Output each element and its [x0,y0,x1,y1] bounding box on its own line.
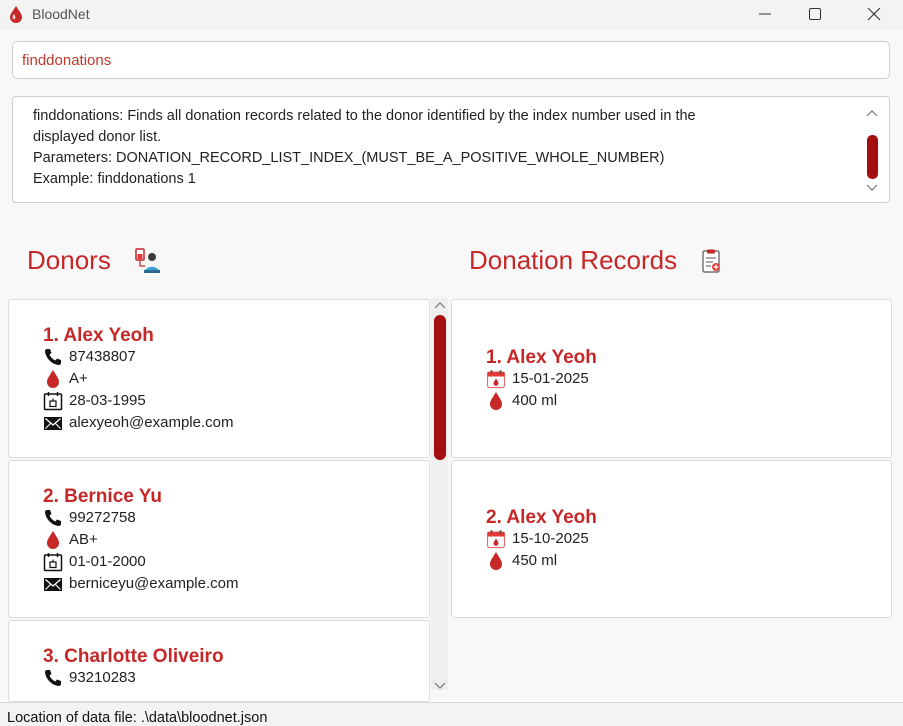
blood-type-text: A+ [69,370,88,387]
date-text: 15-01-2025 [512,370,589,387]
scroll-up-arrow-icon[interactable] [866,109,878,119]
record-date: 15-01-2025 [486,368,786,390]
donor-blood-type: AB+ [43,529,343,551]
donor-icon [135,248,160,273]
donor-phone: 93210283 [43,667,343,689]
result-display[interactable]: finddonations: Finds all donation record… [12,96,890,203]
birthday-calendar-icon [43,392,63,411]
donor-name: 2. Bernice Yu [43,486,162,507]
window-title: BloodNet [32,6,90,22]
donor-phone: 99272758 [43,507,343,529]
result-line: finddonations: Finds all donation record… [33,108,696,124]
title-bar: BloodNet [0,0,903,30]
minimize-icon [759,13,771,15]
command-input[interactable]: finddonations [12,41,890,79]
donor-card[interactable]: 3. Charlotte Oliveiro 93210283 [8,620,430,702]
records-title: Donation Records [469,245,678,275]
blood-drop-icon [47,531,59,549]
birthday-calendar-icon [43,553,63,572]
blood-drop-icon [490,552,502,570]
blood-drop-icon [47,370,59,388]
donation-record-card[interactable]: 1. Alex Yeoh 15-01-2025 400 ml [451,299,892,458]
volume-text: 400 ml [512,392,558,409]
donor-email: berniceyu@example.com [43,573,343,595]
donor-name: 3. Charlotte Oliveiro [43,646,224,667]
donor-name: 1. Alex Yeoh [43,325,154,346]
clipboard-icon [702,249,720,273]
donors-title: Donors [27,245,111,275]
donor-card[interactable]: 2. Bernice Yu 99272758 AB+ 01-01-2000 be… [8,460,430,618]
record-volume: 450 ml [486,550,786,572]
phone-text: 87438807 [69,348,136,365]
minimize-button[interactable] [742,0,788,30]
scroll-down-arrow-icon[interactable] [866,182,878,192]
donor-email: alexyeoh@example.com [43,412,343,434]
record-volume: 400 ml [486,390,786,412]
command-text: finddonations [22,52,112,69]
mail-icon [44,417,62,430]
calendar-icon [486,370,506,389]
record-donor-name: 1. Alex Yeoh [486,347,597,368]
donor-phone: 87438807 [43,346,343,368]
close-icon [867,8,881,21]
blood-type-text: AB+ [69,531,98,548]
dob-text: 01-01-2000 [69,553,146,570]
calendar-icon [486,530,506,549]
donor-blood-type: A+ [43,368,343,390]
phone-icon [45,510,61,526]
result-scrollbar-thumb[interactable] [867,135,878,179]
maximize-button[interactable] [792,0,838,30]
status-bar: Location of data file: .\data\bloodnet.j… [0,702,903,726]
record-donor-name: 2. Alex Yeoh [486,507,597,528]
email-text: berniceyu@example.com [69,575,239,592]
blood-drop-icon [490,392,502,410]
donor-list-scrollbar-thumb[interactable] [434,315,446,460]
dob-text: 28-03-1995 [69,392,146,409]
phone-icon [45,349,61,365]
scroll-up-arrow-icon[interactable] [434,301,446,311]
donation-record-card[interactable]: 2. Alex Yeoh 15-10-2025 450 ml [451,460,892,618]
maximize-icon [809,8,821,20]
result-line: displayed donor list. [33,129,162,145]
result-text: finddonations: Finds all donation record… [33,106,853,190]
phone-text: 99272758 [69,509,136,526]
volume-text: 450 ml [512,552,558,569]
close-button[interactable] [851,0,897,30]
result-line: Parameters: DONATION_RECORD_LIST_INDEX_(… [33,150,665,166]
mail-icon [44,578,62,591]
donor-dob: 01-01-2000 [43,551,343,573]
phone-text: 93210283 [69,669,136,686]
data-file-location: Location of data file: .\data\bloodnet.j… [7,710,268,726]
result-line: Example: finddonations 1 [33,171,196,187]
blood-drop-icon [10,6,22,23]
email-text: alexyeoh@example.com [69,414,234,431]
donor-card[interactable]: 1. Alex Yeoh 87438807 A+ 28-03-1995 alex… [8,299,430,458]
scroll-down-arrow-icon[interactable] [434,680,446,690]
date-text: 15-10-2025 [512,530,589,547]
donor-dob: 28-03-1995 [43,390,343,412]
record-date: 15-10-2025 [486,528,786,550]
phone-icon [45,670,61,686]
